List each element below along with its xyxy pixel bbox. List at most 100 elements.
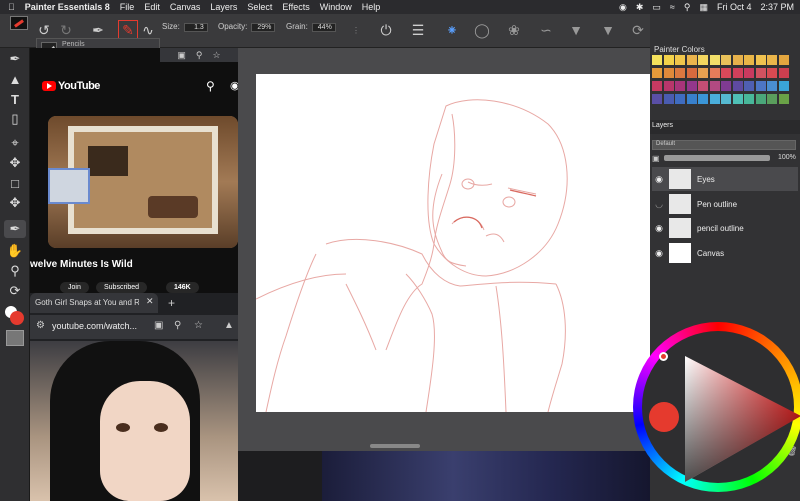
- sliders-icon[interactable]: ☰: [408, 20, 428, 40]
- layer-row-pencil-outline[interactable]: ◉ pencil outline: [652, 216, 798, 240]
- color-swatch[interactable]: [698, 55, 708, 65]
- color-swatch[interactable]: [652, 68, 662, 78]
- brush-tool-icon[interactable]: ✒: [88, 20, 108, 40]
- primary-color-swatch[interactable]: [10, 311, 24, 325]
- brush-tool-icon[interactable]: ✒: [4, 220, 26, 238]
- color-swatch[interactable]: [778, 81, 789, 91]
- color-swatch[interactable]: [755, 81, 766, 91]
- leaf-brush-icon[interactable]: ❀: [504, 20, 524, 40]
- paint-bucket-icon[interactable]: ▲: [4, 70, 26, 88]
- color-swatch[interactable]: [686, 81, 697, 91]
- grain-field[interactable]: 44%: [311, 23, 336, 32]
- color-swatch[interactable]: [652, 81, 662, 91]
- color-swatch[interactable]: [732, 94, 743, 104]
- rake-icon[interactable]: ▼: [598, 20, 618, 40]
- color-swatch[interactable]: [652, 55, 662, 65]
- color-swatch[interactable]: [767, 68, 777, 78]
- menu-select[interactable]: Select: [247, 2, 272, 12]
- screen-record-icon[interactable]: ◉: [619, 2, 627, 13]
- color-swatch[interactable]: [675, 81, 685, 91]
- stroke-attributes-icon[interactable]: ✎: [118, 20, 138, 40]
- eye-visible-icon[interactable]: ◉: [652, 223, 666, 234]
- menu-app-name[interactable]: Painter Essentials 8: [25, 2, 110, 12]
- color-swatch[interactable]: [709, 68, 720, 78]
- menu-window[interactable]: Window: [320, 2, 352, 12]
- color-swatch[interactable]: [709, 81, 720, 91]
- layer-row-canvas[interactable]: ◉ Canvas: [652, 241, 798, 265]
- power-icon[interactable]: ⏻: [376, 20, 396, 40]
- color-swatch[interactable]: [675, 68, 685, 78]
- color-swatch[interactable]: [767, 81, 777, 91]
- menu-help[interactable]: Help: [362, 2, 381, 12]
- color-swatch[interactable]: [721, 81, 731, 91]
- drawing-canvas[interactable]: [255, 74, 650, 413]
- color-swatch[interactable]: [721, 94, 731, 104]
- color-swatch[interactable]: [778, 94, 789, 104]
- color-swatch[interactable]: [767, 55, 777, 65]
- composite-method-select[interactable]: Default: [652, 140, 796, 150]
- control-center-icon[interactable]: ▦: [699, 2, 708, 13]
- install-icon[interactable]: ▣: [154, 320, 163, 331]
- layer-row-eyes[interactable]: ◉ Eyes: [652, 167, 798, 191]
- battery-icon[interactable]: ▭: [652, 2, 661, 13]
- crop-icon[interactable]: ⌖: [4, 134, 26, 152]
- color-swatch[interactable]: [698, 94, 708, 104]
- brush-selector-icon[interactable]: [10, 16, 28, 30]
- paper-swatch[interactable]: [6, 330, 24, 346]
- color-swatch[interactable]: [721, 68, 731, 78]
- menu-layers[interactable]: Layers: [210, 2, 237, 12]
- color-swatch[interactable]: [698, 68, 708, 78]
- bookmark-star-icon[interactable]: ☆: [194, 320, 203, 331]
- layer-row-pen-outline[interactable]: ◡ Pen outline: [652, 192, 798, 216]
- menu-canvas[interactable]: Canvas: [170, 2, 201, 12]
- apple-icon[interactable]: : [8, 2, 15, 12]
- eraser-icon[interactable]: ▯: [4, 110, 26, 128]
- youtube-logo[interactable]: YouTube: [58, 80, 100, 92]
- menu-time[interactable]: 2:37 PM: [760, 2, 794, 12]
- bookmark-star-icon[interactable]: ☆: [213, 50, 221, 61]
- rotate-page-icon[interactable]: ⟳: [4, 282, 26, 300]
- eye-hidden-icon[interactable]: ◡: [652, 199, 666, 210]
- color-swatch[interactable]: [663, 94, 674, 104]
- hand-icon[interactable]: ✋: [4, 242, 26, 260]
- dab-spacing-icon[interactable]: ⁕: [442, 20, 462, 40]
- color-swatch[interactable]: [709, 55, 720, 65]
- color-swatch[interactable]: [767, 94, 777, 104]
- eyedropper-icon[interactable]: ✒: [4, 50, 26, 68]
- color-swatch[interactable]: [755, 55, 766, 65]
- subscribed-button[interactable]: Subscribed: [96, 282, 148, 293]
- grip-icon[interactable]: ⋮: [346, 20, 366, 40]
- color-swatch[interactable]: [732, 55, 743, 65]
- menu-date[interactable]: Fri Oct 4: [717, 2, 752, 12]
- wifi-icon[interactable]: ≈: [670, 2, 675, 12]
- search-icon[interactable]: ⚲: [684, 2, 691, 13]
- color-swatch[interactable]: [663, 68, 674, 78]
- color-swatch[interactable]: [663, 81, 674, 91]
- rotate-icon[interactable]: ⟳: [628, 20, 648, 40]
- eye-visible-icon[interactable]: ◉: [652, 174, 666, 185]
- redo-icon[interactable]: ↻: [56, 20, 76, 40]
- site-settings-icon[interactable]: ⚙: [36, 320, 45, 331]
- color-swatch[interactable]: [675, 55, 685, 65]
- rect-select-icon[interactable]: □: [4, 174, 26, 192]
- eye-visible-icon[interactable]: ◉: [652, 248, 666, 259]
- stroke-path-icon[interactable]: ∿: [138, 20, 158, 40]
- transform-icon[interactable]: ✥: [4, 154, 26, 172]
- color-swatch[interactable]: [675, 94, 685, 104]
- menu-file[interactable]: File: [120, 2, 135, 12]
- color-swatch[interactable]: [755, 68, 766, 78]
- youtube-logo-icon[interactable]: [42, 81, 56, 91]
- bristle-icon[interactable]: ▼: [566, 20, 586, 40]
- size-field[interactable]: 1.3: [183, 23, 208, 32]
- color-swatch[interactable]: [709, 94, 720, 104]
- undo-icon[interactable]: ↺: [34, 20, 54, 40]
- text-tool-icon[interactable]: T: [4, 90, 26, 108]
- curve-icon[interactable]: ∽: [536, 20, 556, 40]
- color-swatch[interactable]: [778, 55, 789, 65]
- new-tab-icon[interactable]: +: [168, 296, 175, 310]
- zoom-icon[interactable]: ⚲: [174, 320, 181, 331]
- zoom-icon[interactable]: ⚲: [196, 50, 203, 61]
- color-swatch[interactable]: [652, 94, 662, 104]
- like-button[interactable]: 146K: [166, 282, 199, 293]
- color-swatch[interactable]: [698, 81, 708, 91]
